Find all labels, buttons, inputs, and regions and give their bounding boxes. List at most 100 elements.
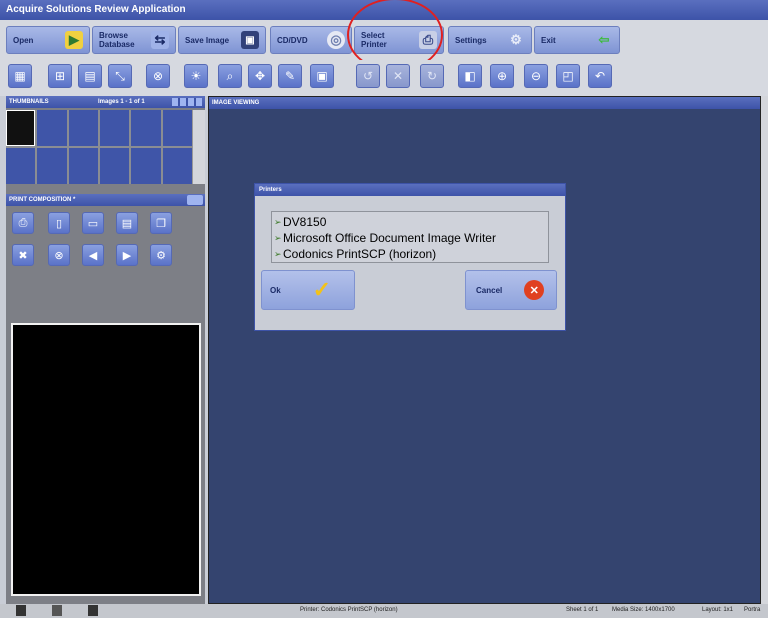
database-icon: ⇆ — [151, 31, 169, 49]
thumbnail-item[interactable] — [68, 148, 98, 184]
thumbnail-grid — [6, 110, 192, 184]
previous-page-tool-icon[interactable]: ◀ — [82, 244, 104, 266]
ok-button[interactable]: Ok ✓ — [261, 270, 355, 310]
thumbnail-item[interactable] — [100, 148, 130, 184]
image-viewer[interactable]: IMAGE VIEWING — [208, 96, 761, 604]
thumbnail-item[interactable] — [162, 110, 192, 146]
printer-list[interactable]: ➢ DV8150 ➢ Microsoft Office Document Ima… — [271, 211, 549, 263]
thumbnail-scrollbar[interactable] — [192, 110, 205, 184]
print-tool-icon[interactable]: ⎙ — [12, 212, 34, 234]
thumbnail-item[interactable] — [100, 110, 130, 146]
cancel-x-icon: ✕ — [524, 280, 545, 300]
status-bar: Printer: Codonics PrintSCP (horizon) She… — [0, 604, 768, 618]
left-panel: THUMBNAILS Images 1 - 1 of 1 PRINT COMPO… — [6, 96, 205, 604]
sheet-tool-icon[interactable]: ▭ — [82, 212, 104, 234]
cancel-label: Cancel — [476, 285, 503, 295]
undo-tool-icon[interactable]: ↶ — [588, 64, 612, 88]
page-tool-icon[interactable]: ▯ — [48, 212, 70, 234]
thumbnails-title: THUMBNAILS — [9, 99, 49, 105]
printer-list-item[interactable]: ➢ DV8150 — [272, 214, 548, 230]
window-title: Acquire Solutions Review Application — [6, 4, 186, 15]
status-media-size: Media Size: 1400x1700 — [612, 607, 675, 613]
printer-arrow-icon: ➢ — [274, 233, 282, 243]
images-count: Images 1 - 1 of 1 — [98, 99, 145, 105]
thumbnail-size-selector[interactable] — [172, 98, 202, 106]
printer-name: Codonics PrintSCP (horizon) — [283, 247, 437, 261]
save-image-button[interactable]: Save Image ▣ — [178, 26, 266, 54]
printer-list-item[interactable]: ➢ Microsoft Office Document Image Writer — [272, 230, 548, 246]
zoom-tool-icon[interactable]: ⌕ — [218, 64, 242, 88]
print-composition-header: PRINT COMPOSITION * — [6, 194, 205, 206]
status-orientation: Portra — [744, 607, 761, 613]
annotate-tool-icon[interactable]: ✎ — [278, 64, 302, 88]
patient-info-tool-icon[interactable]: ▦ — [8, 64, 32, 88]
print-settings-tool-icon[interactable]: ⚙ — [150, 244, 172, 266]
reset-tool-icon[interactable]: ⊗ — [146, 64, 170, 88]
next-page-tool-icon[interactable]: ▶ — [116, 244, 138, 266]
gear-icon: ⚙ — [510, 32, 522, 47]
open-button[interactable]: Open ▶ — [6, 26, 90, 54]
status-film-icon[interactable] — [88, 605, 98, 616]
image-viewing-title: IMAGE VIEWING — [212, 100, 260, 106]
open-folder-icon: ▶ — [65, 31, 83, 49]
pan-tool-icon[interactable]: ✥ — [248, 64, 272, 88]
thumbnail-item[interactable] — [37, 148, 67, 184]
thumbnail-item[interactable] — [6, 110, 36, 146]
printer-name: Microsoft Office Document Image Writer — [283, 231, 496, 245]
rotate-right-tool-icon[interactable]: ↻ — [420, 64, 444, 88]
print-preview — [11, 323, 201, 596]
printers-dialog-title: Printers — [255, 184, 565, 196]
layout-quad-tool-icon[interactable]: ▤ — [78, 64, 102, 88]
browse-database-button[interactable]: Browse Database ⇆ — [92, 26, 176, 54]
status-image-icon[interactable] — [16, 605, 26, 616]
tools-toolbar: ▦ ⊞ ▤ ⤡ ⊗ ☀ ⌕ ✥ ✎ ▣ ↺ ✕ ↻ ◧ ⊕ ⊖ ◰ ↶ — [0, 60, 768, 96]
browse-database-label: Browse Database — [99, 31, 135, 49]
printer-arrow-icon: ➢ — [274, 217, 282, 227]
crop-tool-icon[interactable]: ◰ — [556, 64, 580, 88]
thumbnail-item[interactable] — [131, 110, 161, 146]
flip-tool-icon[interactable]: ✕ — [386, 64, 410, 88]
cd-dvd-button[interactable]: CD/DVD ◎ — [270, 26, 352, 54]
copy-page-tool-icon[interactable]: ❐ — [150, 212, 172, 234]
status-sheet: Sheet 1 of 1 — [566, 607, 599, 613]
cd-dvd-label: CD/DVD — [277, 35, 308, 45]
text-tool-icon[interactable]: ▣ — [310, 64, 334, 88]
thumbnail-item[interactable] — [68, 110, 98, 146]
disc-icon: ◎ — [327, 31, 345, 49]
clipboard-tool-icon[interactable]: ▤ — [116, 212, 138, 234]
settings-label: Settings — [455, 35, 487, 45]
printer-list-item[interactable]: ➢ Codonics PrintSCP (horizon) — [272, 246, 548, 262]
delete-image-tool-icon[interactable]: ✖ — [12, 244, 34, 266]
add-print-tool-icon[interactable]: ⊕ — [490, 64, 514, 88]
cancel-button[interactable]: Cancel ✕ — [465, 270, 557, 310]
open-label: Open — [13, 35, 34, 45]
remove-print-tool-icon[interactable]: ⊖ — [524, 64, 548, 88]
print-icon[interactable] — [187, 195, 203, 205]
status-layout: Layout: 1x1 — [702, 607, 734, 613]
exit-arrow-icon: ⇦ — [598, 32, 610, 47]
thumbnail-item[interactable] — [6, 148, 36, 184]
checkmark-icon: ✓ — [312, 277, 332, 302]
printers-dialog: Printers ➢ DV8150 ➢ Microsoft Office Doc… — [254, 183, 566, 331]
brightness-tool-icon[interactable]: ☀ — [184, 64, 208, 88]
rotate-left-tool-icon[interactable]: ↺ — [356, 64, 380, 88]
delete-page-tool-icon[interactable]: ⊗ — [48, 244, 70, 266]
measure-tool-icon[interactable]: ⤡ — [108, 64, 132, 88]
printer-arrow-icon: ➢ — [274, 249, 282, 259]
thumbnails-header: THUMBNAILS Images 1 - 1 of 1 — [6, 96, 205, 108]
viewer-scrollbar[interactable] — [761, 96, 768, 604]
exit-label: Exit — [541, 35, 556, 45]
image-viewing-header: IMAGE VIEWING — [209, 97, 760, 109]
print-composition-title: PRINT COMPOSITION * — [9, 197, 76, 203]
exit-button[interactable]: Exit ⇦ — [534, 26, 620, 54]
ok-label: Ok — [270, 285, 281, 295]
status-layout-icon[interactable] — [52, 605, 62, 616]
settings-button[interactable]: Settings ⚙ — [448, 26, 532, 54]
grid-layout-tool-icon[interactable]: ⊞ — [48, 64, 72, 88]
thumbnail-item[interactable] — [162, 148, 192, 184]
thumbnail-item[interactable] — [131, 148, 161, 184]
save-image-label: Save Image — [185, 35, 230, 45]
thumbnail-item[interactable] — [37, 110, 67, 146]
window-level-tool-icon[interactable]: ◧ — [458, 64, 482, 88]
printer-name: DV8150 — [283, 215, 327, 229]
